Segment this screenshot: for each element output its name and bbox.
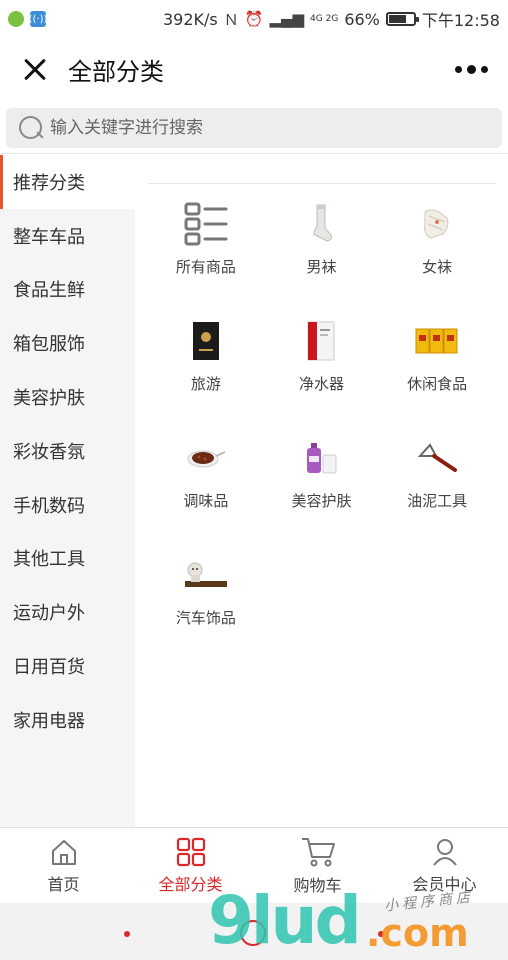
status-bar: ((·)) 392K/s Ｎ ⏰ ▂▄▆ 4G 2G 66% 下午12:58 [0,0,508,38]
sidebar-item-recommended[interactable]: 推荐分类 [0,155,135,209]
water-purifier-image [297,317,345,365]
sidebar-item-label: 食品生鲜 [13,280,85,302]
system-nav-bar [0,903,508,960]
sidebar-item-food[interactable]: 食品生鲜 [0,263,135,317]
close-button[interactable] [18,52,52,86]
network-speed: 392K/s [162,9,218,29]
tab-label: 首页 [47,874,80,894]
category-item-mens-socks[interactable]: 男袜 [264,200,380,287]
sidebar-item-digital[interactable]: 手机数码 [0,478,135,532]
seasoning-plate-image [182,434,230,482]
category-grid-icon [176,837,205,866]
category-label: 女袜 [422,258,453,276]
category-item-car-ornaments[interactable]: 汽车饰品 [148,551,264,638]
tab-label: 全部分类 [158,874,223,894]
sidebar-item-label: 箱包服饰 [13,334,85,356]
category-sidebar: 推荐分类 整车车品 食品生鲜 箱包服饰 美容护肤 彩妆香氛 手机数码 其他工具 … [0,155,135,827]
search-bar[interactable] [6,108,502,148]
tab-cart[interactable]: 购物车 [254,828,381,903]
car-ornament-image [182,551,230,599]
sidebar-item-label: 运动户外 [13,603,85,625]
page-title: 全部分类 [68,57,164,86]
sidebar-item-bags-apparel[interactable]: 箱包服饰 [0,316,135,370]
more-dot-icon [467,64,476,74]
more-options-button[interactable] [455,54,488,84]
alarm-icon: ⏰ [244,10,264,28]
category-label: 男袜 [306,258,337,276]
category-label: 油泥工具 [407,492,468,510]
network-type: 4G 2G [310,13,339,24]
more-dot-icon [455,65,462,73]
category-item-womens-socks[interactable]: 女袜 [379,200,495,287]
category-label: 净水器 [298,375,344,393]
sidebar-item-label: 日用百货 [13,657,85,679]
snack-packs-image [413,317,461,365]
sidebar-item-label: 其他工具 [13,549,85,571]
sidebar-item-makeup[interactable]: 彩妆香氛 [0,424,135,478]
travel-book-image [182,317,230,365]
battery-percent: 66% [344,9,380,29]
category-label: 调味品 [183,492,229,510]
sidebar-item-label: 整车车品 [13,226,85,248]
bottom-tab-bar: 首页 全部分类 购物车 会员中心 [0,827,508,903]
status-right: 392K/s Ｎ ⏰ ▂▄▆ 4G 2G 66% 下午12:58 [163,7,500,31]
clock: 下午12:58 [421,11,500,30]
category-item-all[interactable]: 所有商品 [148,200,264,287]
more-dot-icon [481,65,488,73]
womens-socks-image [413,200,461,248]
signal-icon: ▂▄▆ [269,10,305,28]
search-icon [18,115,44,141]
category-label: 休闲食品 [407,375,468,393]
app-notification-icon [8,11,24,27]
nav-back-button[interactable] [124,931,130,937]
category-item-putty-tools[interactable]: 油泥工具 [379,434,495,521]
status-left: ((·)) [8,11,47,27]
nav-home-button[interactable] [240,920,266,946]
user-icon [432,838,457,866]
sidebar-item-label: 美容护肤 [13,388,85,410]
battery-icon [385,12,419,26]
sidebar-item-daily[interactable]: 日用百货 [0,639,135,693]
home-icon [51,839,76,865]
battery-fill [388,15,407,23]
category-item-seasoning[interactable]: 调味品 [148,434,264,521]
category-item-snacks[interactable]: 休闲食品 [379,317,495,404]
category-content: 所有商品 男袜 女袜 旅游 净水器 休闲食品 调味品 美容护肤 油泥工具 汽车饰… [135,155,508,827]
sidebar-item-label: 家用电器 [13,710,85,732]
category-item-travel[interactable]: 旅游 [148,317,264,404]
tab-categories[interactable]: 全部分类 [127,828,254,903]
category-item-water-purifier[interactable]: 净水器 [264,317,380,404]
mens-socks-image [297,200,345,248]
sidebar-item-vehicles[interactable]: 整车车品 [0,209,135,263]
category-label: 旅游 [190,375,221,393]
tab-home[interactable]: 首页 [0,828,127,903]
content-divider [148,183,495,184]
category-grid: 所有商品 男袜 女袜 旅游 净水器 休闲食品 调味品 美容护肤 油泥工具 汽车饰… [148,200,495,638]
category-item-beauty[interactable]: 美容护肤 [264,434,380,521]
search-input[interactable] [50,118,470,138]
sidebar-item-appliances[interactable]: 家用电器 [0,693,135,747]
cart-icon [301,837,335,866]
category-label: 所有商品 [175,258,236,276]
sidebar-item-label: 彩妆香氛 [13,441,85,463]
category-label: 美容护肤 [291,492,352,510]
category-label: 汽车饰品 [175,609,236,627]
tab-member[interactable]: 会员中心 [381,828,508,903]
nfc-n-icon: Ｎ [223,10,239,29]
beauty-bottles-image [297,434,345,482]
sidebar-item-label: 推荐分类 [13,172,85,194]
sidebar-item-label: 手机数码 [13,495,85,517]
all-products-grid-icon [182,200,230,248]
tab-label: 会员中心 [412,874,477,894]
title-bar: 全部分类 [0,38,508,100]
sidebar-item-tools[interactable]: 其他工具 [0,532,135,586]
nfc-icon: ((·)) [29,11,47,27]
putty-tool-image [413,434,461,482]
divider [0,153,508,154]
sidebar-item-outdoor[interactable]: 运动户外 [0,585,135,639]
tab-label: 购物车 [293,875,342,895]
nav-recent-button[interactable] [378,931,384,937]
sidebar-item-skincare[interactable]: 美容护肤 [0,370,135,424]
